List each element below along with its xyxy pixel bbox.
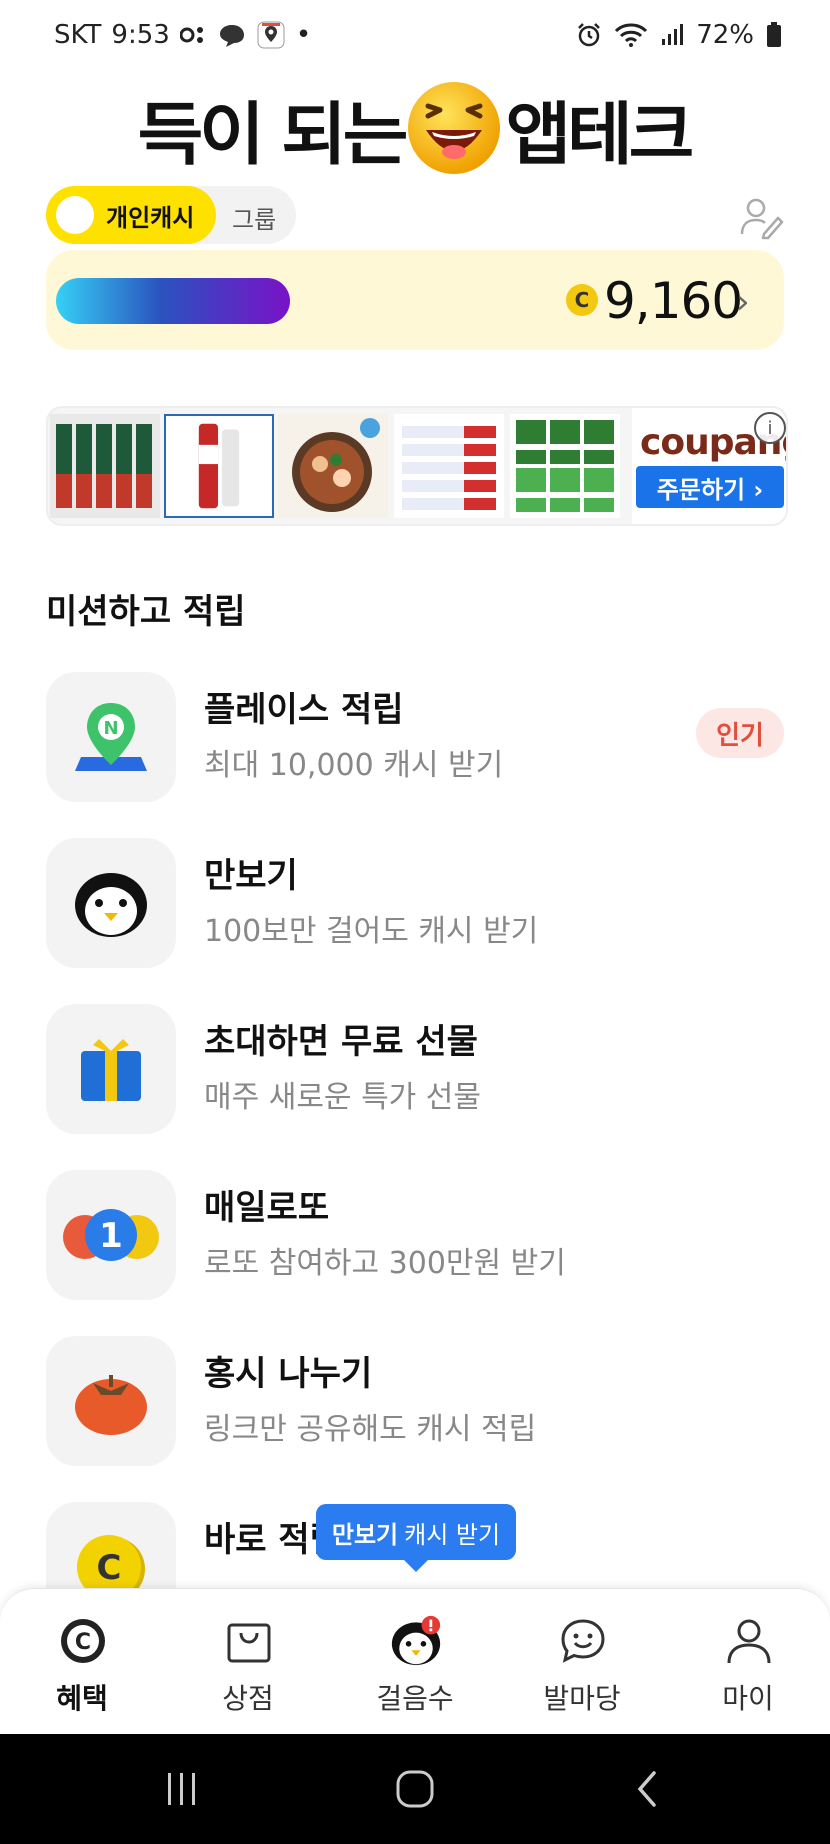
mission-icon-box: 1: [46, 1170, 176, 1300]
nav-tab-benefits[interactable]: C 혜택: [12, 1609, 152, 1719]
points-card[interactable]: C 9,160 ›: [46, 250, 784, 350]
map-pin-icon: N: [75, 703, 147, 771]
mission-title: 만보기: [204, 856, 298, 896]
toggle-group[interactable]: 그룹: [232, 200, 276, 235]
mission-item-invite[interactable]: 초대하면 무료 선물 매주 새로운 특가 선물: [46, 1004, 784, 1134]
penguin-icon: [75, 873, 147, 937]
level-gradient-bar: [56, 278, 290, 324]
gift-icon: [81, 1039, 141, 1101]
mission-item-persimmon[interactable]: 홍시 나누기 링크만 공유해도 캐시 적립: [46, 1336, 784, 1466]
mission-title: 홍시 나누기: [204, 1354, 373, 1394]
cash-type-toggle[interactable]: 개인캐시 그룹: [46, 186, 296, 244]
mission-item-pedometer[interactable]: 만보기 100보만 걸어도 캐시 받기: [46, 838, 784, 968]
wifi-icon: [614, 22, 648, 48]
laughing-emoji-icon: [408, 82, 501, 174]
nav-label: 걸음수: [376, 1682, 454, 1715]
status-bar-right: 72%: [576, 20, 782, 50]
mission-title: 매일로또: [204, 1188, 330, 1228]
mission-icon-box: N: [46, 672, 176, 802]
notification-icon: [179, 24, 208, 46]
battery-percent: 72%: [696, 20, 754, 50]
points-balance: 9,160: [604, 272, 743, 330]
toggle-personal-cash[interactable]: 개인캐시: [46, 186, 216, 244]
signal-icon: [660, 23, 684, 47]
status-dot: •: [295, 20, 312, 50]
banner-text-right: 앱테크: [505, 95, 695, 175]
alarm-icon: [576, 22, 602, 48]
mission-title: 플레이스 적립: [204, 690, 404, 730]
svg-text:1: 1: [99, 1216, 123, 1256]
ad-banner[interactable]: coupang 주문하기 › i: [46, 406, 788, 526]
mission-icon-box: [46, 1004, 176, 1134]
nav-tab-my[interactable]: 마이: [678, 1609, 818, 1719]
system-nav-bar: [0, 1734, 830, 1844]
chat-bubble-icon: [218, 23, 246, 47]
cash-coin-icon: C: [566, 284, 598, 316]
tooltip-arrow: [402, 1558, 430, 1572]
mission-desc: 매주 새로운 특가 선물: [204, 1080, 482, 1115]
map-app-icon: [256, 20, 286, 50]
mission-icon-box: [46, 1336, 176, 1466]
mission-title: 초대하면 무료 선물: [204, 1022, 478, 1062]
nav-tab-community[interactable]: 발마당: [512, 1609, 652, 1719]
battery-icon: [766, 22, 782, 48]
lotto-ball-icon: 1: [63, 1209, 159, 1261]
benefit-coin-icon: C: [57, 1615, 109, 1667]
tooltip-text: 캐시 받기: [404, 1520, 501, 1549]
home-icon[interactable]: [385, 1764, 445, 1814]
promo-banner: 득이 되는 앱테크: [0, 78, 830, 178]
ad-product-thumbnail[interactable]: [278, 414, 388, 518]
tooltip-bold-text: 만보기: [331, 1520, 399, 1549]
back-icon[interactable]: [618, 1764, 678, 1814]
coupang-ad[interactable]: coupang 주문하기 › i: [632, 408, 786, 524]
carrier-label: SKT: [54, 20, 102, 50]
ad-product-thumbnail[interactable]: [164, 414, 274, 518]
mission-desc: 최대 10,000 캐시 받기: [204, 748, 504, 783]
mission-item-lotto[interactable]: 1 매일로또 로또 참여하고 300만원 받기: [46, 1170, 784, 1300]
mission-item-place[interactable]: N 플레이스 적립 최대 10,000 캐시 받기 인기: [46, 672, 784, 802]
nav-tab-steps[interactable]: 걸음수: [345, 1609, 485, 1719]
section-title: 미션하고 적립: [46, 592, 246, 632]
svg-text:C: C: [97, 1548, 122, 1588]
edit-profile-icon[interactable]: [738, 194, 784, 240]
status-bar: SKT 9:53 • 72%: [0, 0, 830, 76]
mission-desc: 100보만 걸어도 캐시 받기: [204, 914, 539, 949]
nav-label: 혜택: [56, 1682, 108, 1715]
pedometer-tooltip[interactable]: 만보기 캐시 받기: [316, 1504, 516, 1560]
order-button[interactable]: 주문하기 ›: [636, 466, 784, 508]
penguin-icon: [390, 1615, 442, 1667]
ad-info-icon[interactable]: i: [754, 412, 786, 444]
nav-label: 발마당: [543, 1682, 621, 1715]
chat-smile-icon: [557, 1615, 609, 1667]
shopping-bag-icon: [223, 1615, 275, 1667]
svg-text:C: C: [75, 1630, 91, 1655]
popular-badge: 인기: [696, 708, 784, 758]
nav-tab-store[interactable]: 상점: [178, 1609, 318, 1719]
mission-desc: 로또 참여하고 300만원 받기: [204, 1246, 566, 1281]
bottom-nav: C 혜택 상점 걸음수 발마당 마이: [0, 1588, 830, 1735]
mission-icon-box: [46, 838, 176, 968]
nav-label: 마이: [722, 1682, 774, 1715]
toggle-personal-label: 개인캐시: [106, 203, 195, 232]
nav-label: 상점: [222, 1682, 274, 1715]
ad-product-thumbnail[interactable]: [510, 414, 620, 518]
toggle-knob: [56, 196, 94, 234]
person-icon: [723, 1615, 775, 1667]
ad-product-thumbnail[interactable]: [394, 414, 504, 518]
persimmon-icon: [75, 1375, 147, 1435]
status-bar-left: SKT 9:53 •: [54, 20, 311, 50]
time-label: 9:53: [111, 20, 170, 50]
ad-product-thumbnail[interactable]: [50, 414, 160, 518]
mission-desc: 링크만 공유해도 캐시 적립: [204, 1412, 537, 1447]
banner-text-left: 득이 되는: [137, 95, 409, 175]
recent-apps-icon[interactable]: [152, 1764, 212, 1814]
chevron-right-icon: ›: [736, 282, 750, 322]
svg-text:N: N: [103, 718, 118, 739]
